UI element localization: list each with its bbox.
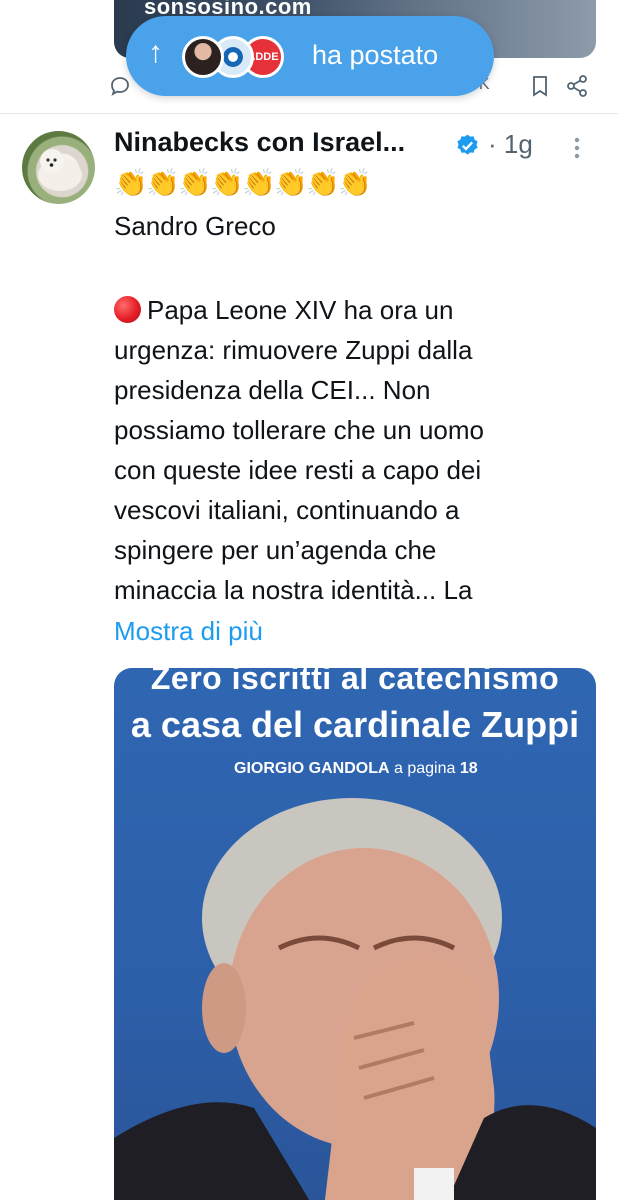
- clap-emoji: 👏: [242, 168, 276, 198]
- share-icon[interactable]: [565, 74, 589, 98]
- media-author-line: GIORGIO GANDOLA a pagina 18: [234, 760, 478, 778]
- author-avatar[interactable]: [22, 131, 95, 204]
- tweet-text-line: possiamo tollerare che un uomo: [114, 415, 484, 445]
- tweet-time[interactable]: · 1g: [488, 129, 533, 160]
- clap-emoji: 👏: [274, 168, 308, 198]
- new-posts-pill[interactable]: ↑ ADDE ha postato: [126, 16, 494, 96]
- tweet-text-line: Papa Leone XIV ha ora un: [147, 295, 454, 325]
- tweet-paragraph: Papa Leone XIV ha ora un urgenza: rimuov…: [114, 290, 584, 610]
- avatar-poster-1: [182, 36, 224, 78]
- clap-emoji: 👏: [146, 168, 180, 198]
- clap-emoji: 👏: [306, 168, 340, 198]
- timestamp: 1g: [503, 129, 533, 159]
- media-headline-2: a casa del cardinale Zuppi: [130, 704, 580, 745]
- tweet-divider: [0, 113, 618, 114]
- verified-badge-icon: [457, 134, 478, 155]
- show-more-link[interactable]: Mostra di più: [114, 616, 263, 647]
- tweet-text-line: urgenza: rimuovere Zuppi dalla: [114, 335, 473, 365]
- clap-emoji: 👏: [338, 168, 372, 198]
- clapping-emojis: 👏👏👏👏👏👏👏👏: [114, 167, 372, 201]
- clap-emoji: 👏: [178, 168, 212, 198]
- clap-emoji: 👏: [114, 168, 148, 198]
- cardinal-photo-icon: [114, 798, 596, 1200]
- more-options-icon[interactable]: [572, 136, 582, 160]
- reply-icon[interactable]: [108, 74, 132, 98]
- red-circle-emoji-icon: [114, 296, 141, 323]
- tweet-text-line: vescovi italiani, continuando a: [114, 495, 460, 525]
- tweet-media-image[interactable]: Zero iscritti al catechismo a casa del c…: [114, 668, 596, 1200]
- separator-dot: ·: [488, 129, 497, 159]
- media-headline-1: Zero iscritti al catechismo: [150, 668, 560, 696]
- posted-label: ha postato: [312, 40, 439, 70]
- bookmark-icon[interactable]: [528, 74, 552, 98]
- dog-photo-icon: [38, 149, 82, 191]
- tweet-text-line: spingere per un’agenda che: [114, 535, 437, 565]
- author-name[interactable]: Ninabecks con Israel...: [114, 127, 405, 158]
- up-arrow-icon: ↑: [148, 36, 163, 69]
- clap-emoji: 👏: [210, 168, 244, 198]
- media-page-number: 18: [459, 760, 478, 777]
- tweet-text-line: minaccia la nostra identità... La: [114, 575, 473, 605]
- media-page-ref: a pagina: [394, 760, 456, 777]
- tweet-text-line: Sandro Greco: [114, 211, 276, 241]
- tweet-text-line: con queste idee resti a capo dei: [114, 455, 482, 485]
- media-author: GIORGIO GANDOLA: [234, 760, 390, 777]
- tweet-text-line: presidenza della CEI... Non: [114, 375, 431, 405]
